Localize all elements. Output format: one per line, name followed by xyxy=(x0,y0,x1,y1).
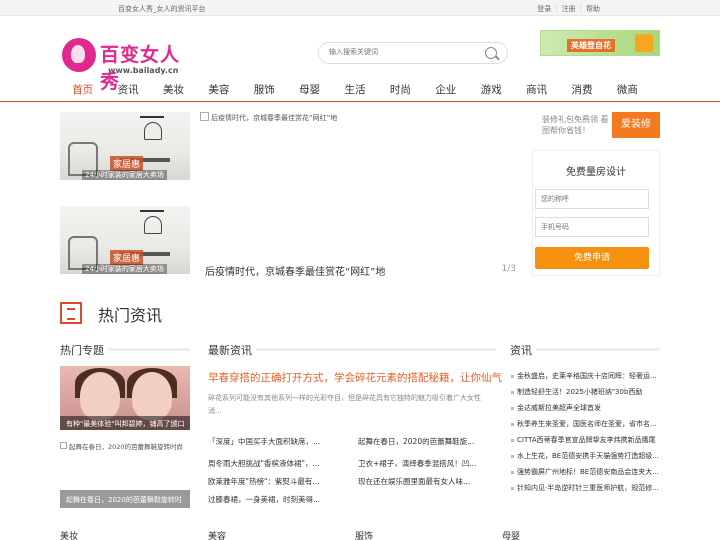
list-item[interactable]: 周冬雨大胆挑战"香槟液体裙"，... xyxy=(208,458,320,469)
latest-news-title: 最新资讯 xyxy=(208,344,496,357)
banner-ad-text: 英雄登自花 xyxy=(567,39,615,52)
hot-topic-card[interactable]: 有种"最美体验"叫邦碧婷，铺高了颁口 xyxy=(60,366,190,430)
search-input[interactable] xyxy=(329,48,479,56)
category-fashion[interactable]: 服饰 xyxy=(355,529,373,540)
hot-topic-link[interactable]: 起舞在春日，2020的芭蕾舞鞋旋转时尚 xyxy=(60,441,183,451)
register-link[interactable]: 注册 xyxy=(562,4,576,14)
account-links: 登录 | 注册 | 帮助 xyxy=(537,4,600,14)
nav-item-home[interactable]: 首页 xyxy=(60,82,105,97)
decoration-ad-text: 装修礼包免费领 看图帮你省钱！ xyxy=(542,115,609,135)
header-banner-ad[interactable]: 英雄登自花 xyxy=(540,30,660,56)
logo-woman-icon xyxy=(62,38,96,72)
gift-icon xyxy=(635,34,653,52)
list-item[interactable]: 欧莱雅年度"热榜"：紫熨斗最有... xyxy=(208,476,320,487)
phone-field[interactable] xyxy=(535,217,649,237)
thumb-label: 家居惠 xyxy=(110,250,144,265)
slider-thumb[interactable]: 家居惠 24小时家装的家居大卖场 xyxy=(60,206,190,274)
site-logo[interactable]: 百变女人秀 www.bailady.cn xyxy=(62,36,192,93)
list-item[interactable]: 强势霸屏广州地标！BE范德安南品会连夹大... xyxy=(510,464,660,480)
list-item[interactable]: 卫衣+裙子，演绎春季混搭风！凹... xyxy=(358,458,476,469)
apply-button[interactable]: 免费申请 xyxy=(535,247,649,269)
slide-image-link[interactable]: 后疫情时代，京城春季最佳赏花“网红”地 xyxy=(200,112,337,123)
list-item[interactable]: 制造轻舒生活！2025小猪班纳"30b西励 xyxy=(510,384,660,400)
nav-item-makeup[interactable]: 美妆 xyxy=(151,82,196,97)
hot-topic-card[interactable]: 起舞在春日，2020的芭蕾舞鞋旋转时 xyxy=(60,490,190,508)
nav-item-fashion[interactable]: 服饰 xyxy=(242,82,287,97)
top-bar: 百变女人秀_女人的资讯平台 登录 | 注册 | 帮助 xyxy=(0,0,720,16)
list-item[interactable]: 秋季养生来圣爱，国医名师在圣爱，省市名... xyxy=(510,416,660,432)
latest-headline[interactable]: 早春穿搭的正确打开方式，学会碎花元素的搭配秘籍，让你仙气 xyxy=(208,370,502,385)
free-design-form: 免费量房设计 免费申请 xyxy=(532,150,660,276)
category-baby[interactable]: 母婴 xyxy=(502,529,520,540)
nav-item-games[interactable]: 游戏 xyxy=(469,82,514,97)
hot-topics-title: 热门专题 xyxy=(60,344,190,357)
nav-item-news[interactable]: 资讯 xyxy=(105,82,150,97)
search-icon[interactable] xyxy=(485,47,497,59)
list-item[interactable]: 「深度」中国买手大面积缺席，... xyxy=(208,436,320,447)
list-item[interactable]: CITTA西蒂春季官宣品牌挚友李炜携新品鹰尾 xyxy=(510,432,660,448)
news-list: 金秋盛启，史莱辛格国庆十店同辉：轻奢运... 制造轻舒生活！2025小猪班纳"3… xyxy=(510,368,660,496)
list-item[interactable]: 金达威斯拉美超声全球首发 xyxy=(510,400,660,416)
slide-counter: 1/3 xyxy=(501,264,516,274)
hero-slider: 家居惠 24小时家装的家居大卖场 后疫情时代，京城春季最佳赏花“网红”地 家居惠… xyxy=(60,110,520,280)
header: 百变女人秀 www.bailady.cn 英雄登自花 xyxy=(0,30,720,93)
list-item[interactable]: 过膝春裙，一身美裙，时刻美得... xyxy=(208,494,320,505)
thumb-subtitle: 24小时家装的家居大卖场 xyxy=(82,264,167,274)
lamp-icon xyxy=(140,210,164,236)
hot-news-section-header: 热门资讯 xyxy=(60,300,660,330)
nav-item-commerce[interactable]: 商讯 xyxy=(514,82,559,97)
category-makeup[interactable]: 美妆 xyxy=(60,529,78,540)
list-item[interactable]: 水上生花，BE范德安携手天猫强势打造超级... xyxy=(510,448,660,464)
section-title: 热门资讯 xyxy=(98,306,163,325)
nav-item-business[interactable]: 企业 xyxy=(423,82,468,97)
slide-caption[interactable]: 后疫情时代，京城春季最佳赏花“网红”地 xyxy=(205,263,385,278)
decoration-ad[interactable]: 装修礼包免费领 看图帮你省钱！ 爱装修 xyxy=(532,110,660,140)
thumb-subtitle: 24小时家装的家居大卖场 xyxy=(82,170,167,180)
search-box xyxy=(318,42,508,64)
main-nav: 首页 资讯 美妆 美容 服饰 母婴 生活 时尚 企业 游戏 商讯 消费 微商 xyxy=(0,78,720,102)
site-tagline: 百变女人秀_女人的资讯平台 xyxy=(118,5,206,13)
help-link[interactable]: 帮助 xyxy=(586,4,600,14)
list-item[interactable]: 现在还在娱乐圈里面最有女人味... xyxy=(358,476,470,487)
list-item[interactable]: 起舞在春日，2020的芭蕾舞鞋旋... xyxy=(358,436,474,447)
nav-item-trend[interactable]: 时尚 xyxy=(378,82,423,97)
news-column-title: 资讯 xyxy=(510,344,660,357)
decoration-ad-button[interactable]: 爱装修 xyxy=(612,112,660,138)
slider-thumb[interactable]: 家居惠 24小时家装的家居大卖场 xyxy=(60,112,190,180)
list-item[interactable]: 针知内见·半岛逆时针三重医师护航，规范修... xyxy=(510,480,660,496)
thumb-label: 家居惠 xyxy=(110,156,144,171)
nav-item-wechat[interactable]: 微商 xyxy=(605,82,650,97)
nav-item-consume[interactable]: 消费 xyxy=(559,82,604,97)
lamp-icon xyxy=(140,116,164,142)
latest-description: 碎花系列可能没有其他系列一样的光彩夺目，但是碎花具有它独特的魅力吸引着广大女性消… xyxy=(208,394,481,415)
nav-item-baby[interactable]: 母婴 xyxy=(287,82,332,97)
hot-topic-caption: 有种"最美体验"叫邦碧婷，铺高了颁口 xyxy=(60,416,190,430)
logo-url: www.bailady.cn xyxy=(108,66,179,75)
name-field[interactable] xyxy=(535,189,649,209)
form-title: 免费量房设计 xyxy=(566,167,626,178)
nav-item-life[interactable]: 生活 xyxy=(332,82,377,97)
login-link[interactable]: 登录 xyxy=(537,4,551,14)
news-icon xyxy=(60,302,82,324)
nav-item-beauty[interactable]: 美容 xyxy=(196,82,241,97)
category-beauty[interactable]: 美容 xyxy=(208,529,226,540)
list-item[interactable]: 金秋盛启，史莱辛格国庆十店同辉：轻奢运... xyxy=(510,368,660,384)
